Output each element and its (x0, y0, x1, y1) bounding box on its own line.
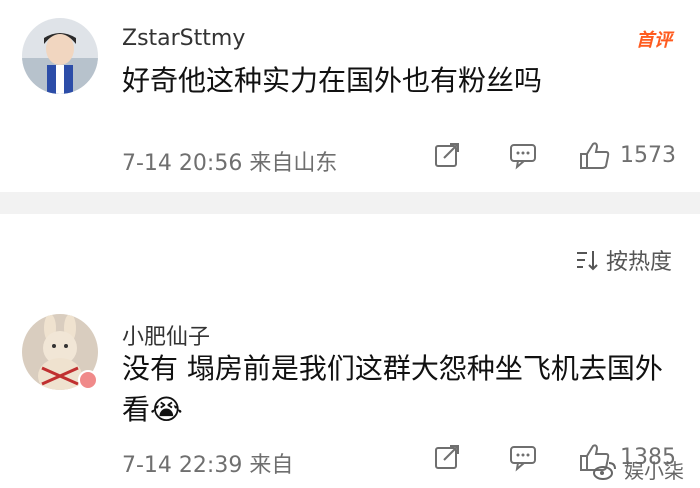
comment-text: 没有 塌房前是我们这群大怨种坐飞机去国外看😭 (122, 352, 663, 427)
comment-icon (510, 144, 536, 170)
first-comment-badge: 首评 (636, 30, 672, 51)
comment-button[interactable] (508, 442, 538, 472)
sort-toggle[interactable]: 按热度 (574, 244, 672, 276)
comment-button[interactable] (508, 140, 538, 170)
like-button[interactable]: 1573 (578, 140, 676, 170)
like-count: 1573 (620, 142, 676, 168)
section-divider (0, 192, 700, 214)
comment-item: ZstarSttmy 首评 好奇他这种实力在国外也有粉丝吗 7-14 20:56… (0, 0, 700, 190)
share-icon (435, 445, 459, 469)
comment-text: 好奇他这种实力在国外也有粉丝吗 (122, 64, 543, 97)
weibo-icon (593, 461, 616, 480)
comment-icon (510, 446, 536, 472)
avatar-child-image (22, 18, 98, 94)
comment-meta: 7-14 20:56 来自山东 (122, 151, 338, 176)
like-icon (580, 142, 610, 169)
sort-label: 按热度 (605, 250, 672, 275)
verified-badge-icon (78, 370, 98, 390)
share-button[interactable] (432, 442, 462, 472)
share-icon (435, 143, 459, 167)
avatar[interactable] (22, 18, 98, 94)
share-button[interactable] (432, 140, 462, 170)
sort-icon (576, 251, 598, 271)
username[interactable]: 小肥仙子 (122, 319, 210, 351)
watermark: 娱小柒 (592, 455, 684, 484)
username[interactable]: ZstarSttmy (122, 26, 245, 51)
watermark-text: 娱小柒 (624, 459, 684, 483)
comment-meta: 7-14 22:39 来自 (122, 453, 294, 478)
